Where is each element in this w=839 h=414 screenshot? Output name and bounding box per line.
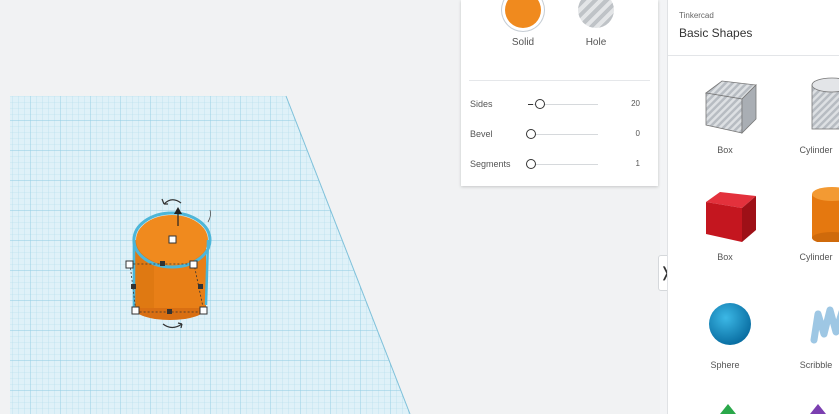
box-striped-icon (705, 80, 757, 134)
hole-label: Hole (585, 37, 607, 48)
shape-tile-scribble[interactable]: Scribble (765, 278, 839, 378)
purple-shape-partial-icon[interactable] (808, 402, 828, 414)
hole-mode-button[interactable]: Hole (556, 0, 636, 48)
bevel-slider-track[interactable] (528, 134, 598, 135)
panel-brand-label: Tinkercad (679, 11, 714, 20)
solid-label: Solid (511, 37, 535, 48)
shape-tile-sphere[interactable]: Sphere (685, 278, 765, 378)
sphere-blue-icon (709, 303, 751, 345)
cylinder-striped-icon (811, 77, 839, 130)
scribble-icon (810, 306, 839, 344)
shape-label-cylinder: Cylinder (799, 145, 833, 155)
param-bevel-value[interactable]: 0 (636, 129, 640, 138)
shape-tile-cylinder[interactable]: Cylinder (765, 63, 839, 163)
inspector-divider (469, 80, 650, 81)
shape-label-red-box: Box (717, 252, 733, 262)
shape-label-scribble: Scribble (799, 360, 833, 370)
shape-label-orange-cylinder: Cylinder (799, 252, 833, 262)
shape-inspector: Solid Hole Sides 20 Bevel 0 Segments 1 (461, 0, 658, 186)
param-segments-value[interactable]: 1 (636, 159, 640, 168)
param-sides: Sides 20 (461, 95, 658, 115)
sides-slider-knob[interactable] (535, 99, 545, 109)
param-bevel-label: Bevel (470, 129, 493, 139)
param-segments: Segments 1 (461, 155, 658, 175)
shape-tile-box[interactable]: Box (685, 63, 765, 163)
shape-tile-red-box[interactable]: Box (685, 170, 765, 270)
cylinder-orange-icon (812, 187, 839, 242)
segments-slider-track[interactable] (528, 164, 598, 165)
solid-swatch-icon (505, 0, 541, 28)
param-sides-value[interactable]: 20 (631, 99, 640, 108)
shape-label-box: Box (717, 145, 733, 155)
param-bevel: Bevel 0 (461, 125, 658, 145)
solid-mode-button[interactable]: Solid (483, 0, 563, 48)
shape-tile-orange-cylinder[interactable]: Cylinder (765, 170, 839, 270)
shape-library-select[interactable]: Basic Shapes (679, 26, 752, 40)
shape-label-sphere: Sphere (710, 360, 740, 370)
bevel-slider-knob[interactable] (526, 129, 536, 139)
green-shape-partial-icon[interactable] (718, 402, 738, 414)
shapes-panel: Tinkercad Basic Shapes Box Cylinder Box … (667, 0, 839, 414)
hole-swatch-icon (578, 0, 614, 28)
param-segments-label: Segments (470, 159, 511, 169)
box-red-icon (706, 192, 756, 242)
param-sides-label: Sides (470, 99, 493, 109)
sides-slider-fill (528, 104, 533, 105)
selected-cylinder[interactable] (132, 211, 212, 320)
shapes-panel-header: Tinkercad Basic Shapes (668, 0, 839, 56)
segments-slider-knob[interactable] (526, 159, 536, 169)
